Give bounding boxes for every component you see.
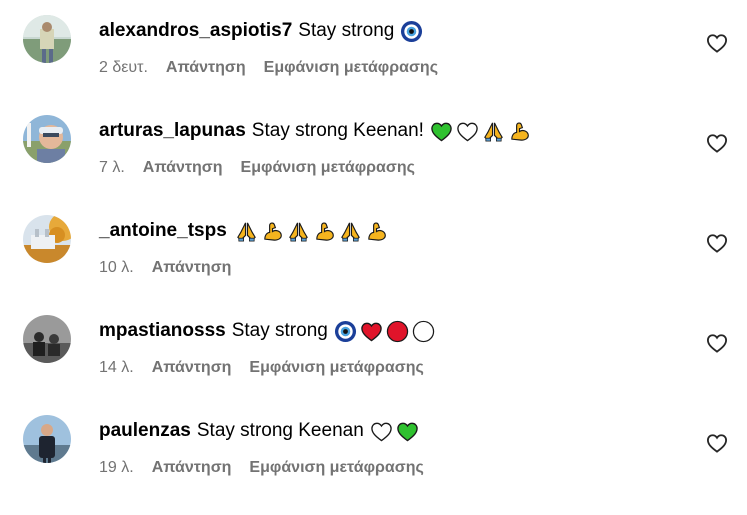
comment-text: Stay strong Keenan! [251, 120, 424, 141]
white-heart-icon [371, 422, 392, 441]
heart-icon[interactable] [706, 333, 728, 353]
emoji-group [430, 120, 531, 143]
white-heart-icon [457, 122, 478, 141]
comment-timestamp[interactable]: 10 λ. [99, 258, 134, 278]
comment-meta: 19 λ. Απάντηση Εμφάνιση μετάφρασης [99, 458, 424, 478]
avatar[interactable] [23, 115, 71, 163]
comment-text: Stay strong [298, 20, 395, 41]
show-translation-button[interactable]: Εμφάνιση μετάφρασης [241, 158, 415, 178]
comment-line: _antoine_tsps [99, 219, 388, 243]
white-circle-icon [412, 320, 435, 342]
nazar-icon [334, 320, 356, 342]
reply-button[interactable]: Απάντηση [143, 158, 223, 178]
comment-timestamp[interactable]: 19 λ. [99, 458, 134, 478]
comment-username[interactable]: mpastianosss [99, 319, 226, 343]
emoji-group [235, 220, 388, 243]
folded-hands-icon [236, 222, 256, 241]
reply-button[interactable]: Απάντηση [152, 458, 232, 478]
comment-line: alexandros_aspiotis7 Stay strong [99, 19, 423, 43]
flexed-biceps-icon [368, 221, 386, 241]
comment-text: Stay strong [231, 320, 328, 341]
comment-username[interactable]: paulenzas [99, 419, 191, 443]
comment-meta: 10 λ. Απάντηση [99, 258, 231, 278]
comment-username[interactable]: _antoine_tsps [99, 219, 227, 243]
comment-line: paulenzas Stay strong Keenan [99, 419, 419, 443]
red-circle-icon [386, 320, 409, 342]
show-translation-button[interactable]: Εμφάνιση μετάφρασης [264, 58, 438, 78]
avatar[interactable] [23, 15, 71, 63]
green-heart-icon [397, 422, 418, 441]
emoji-group [400, 20, 423, 43]
comment-item: arturas_lapunas Stay strong Keenan! 7 λ.… [0, 115, 747, 215]
avatar[interactable] [23, 215, 71, 263]
flexed-biceps-icon [316, 221, 334, 241]
comment-item: _antoine_tsps 10 λ. Απάντηση [0, 215, 747, 315]
avatar[interactable] [23, 315, 71, 363]
emoji-group [334, 320, 435, 343]
folded-hands-icon [340, 222, 360, 241]
flexed-biceps-icon [264, 221, 282, 241]
comment-line: arturas_lapunas Stay strong Keenan! [99, 119, 531, 143]
green-heart-icon [431, 122, 452, 141]
heart-icon[interactable] [706, 233, 728, 253]
comment-timestamp[interactable]: 7 λ. [99, 158, 125, 178]
comment-timestamp[interactable]: 2 δευτ. [99, 58, 148, 78]
heart-icon[interactable] [706, 133, 728, 153]
folded-hands-icon [484, 122, 503, 141]
comment-item: paulenzas Stay strong Keenan 19 λ. Απάντ… [0, 415, 747, 515]
comment-meta: 7 λ. Απάντηση Εμφάνιση μετάφρασης [99, 158, 415, 178]
comment-username[interactable]: arturas_lapunas [99, 119, 246, 143]
emoji-group [370, 420, 419, 443]
comment-username[interactable]: alexandros_aspiotis7 [99, 19, 292, 43]
comment-item: mpastianosss Stay strong 14 λ. Απάντηση … [0, 315, 747, 415]
comment-text: Stay strong Keenan [196, 420, 364, 441]
heart-icon[interactable] [706, 33, 728, 53]
reply-button[interactable]: Απάντηση [152, 258, 232, 278]
comment-item: alexandros_aspiotis7 Stay strong 2 δευτ.… [0, 15, 747, 115]
comment-line: mpastianosss Stay strong [99, 319, 435, 343]
heart-icon[interactable] [706, 433, 728, 453]
nazar-icon [401, 20, 423, 42]
avatar[interactable] [23, 415, 71, 463]
show-translation-button[interactable]: Εμφάνιση μετάφρασης [249, 358, 423, 378]
reply-button[interactable]: Απάντηση [152, 358, 232, 378]
flexed-biceps-icon [511, 121, 529, 141]
reply-button[interactable]: Απάντηση [166, 58, 246, 78]
folded-hands-icon [288, 222, 308, 241]
comment-meta: 2 δευτ. Απάντηση Εμφάνιση μετάφρασης [99, 58, 438, 78]
red-heart-icon [361, 322, 382, 341]
comment-meta: 14 λ. Απάντηση Εμφάνιση μετάφρασης [99, 358, 424, 378]
show-translation-button[interactable]: Εμφάνιση μετάφρασης [249, 458, 423, 478]
comment-timestamp[interactable]: 14 λ. [99, 358, 134, 378]
